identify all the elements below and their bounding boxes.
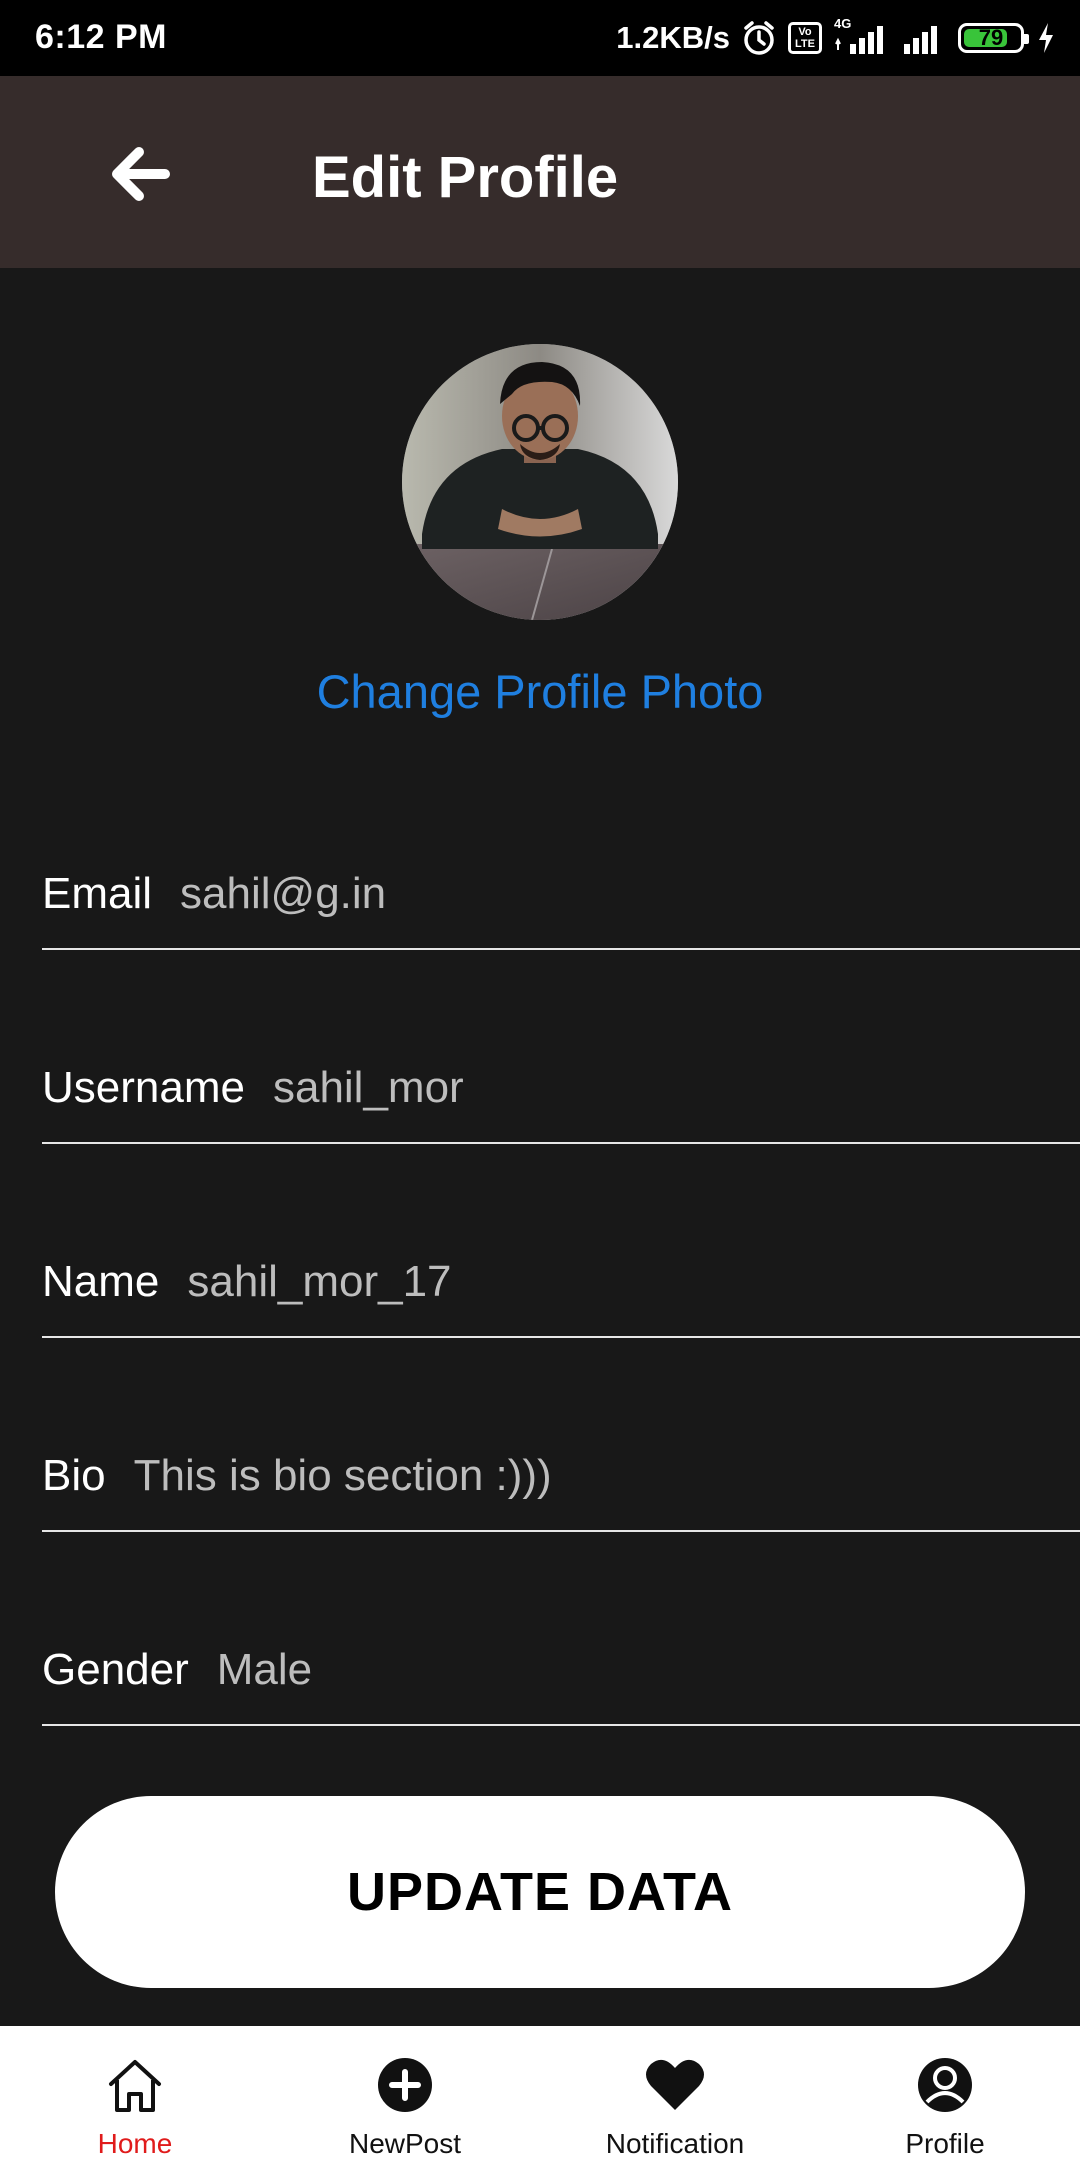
nav-item-notification[interactable]: Notification bbox=[540, 2026, 810, 2160]
arrow-left-icon bbox=[112, 147, 170, 201]
alarm-icon bbox=[742, 20, 776, 56]
profile-avatar[interactable] bbox=[402, 344, 678, 620]
status-bar: 6:12 PM 1.2KB/s Vo LTE 4G 79 bbox=[0, 0, 1080, 76]
battery-level: 79 bbox=[978, 25, 1004, 50]
volte-bottom: LTE bbox=[795, 38, 815, 50]
name-input[interactable] bbox=[187, 1257, 1080, 1307]
nav-item-home[interactable]: Home bbox=[0, 2026, 270, 2160]
nav-label-home: Home bbox=[97, 2128, 173, 2159]
heart-icon bbox=[645, 2054, 705, 2116]
username-label: Username bbox=[42, 1063, 245, 1112]
network-speed: 1.2KB/s bbox=[616, 20, 730, 55]
nav-label-newpost: NewPost bbox=[348, 2128, 462, 2159]
bio-input[interactable] bbox=[133, 1451, 1080, 1501]
home-icon bbox=[105, 2054, 165, 2116]
status-indicators: 1.2KB/s Vo LTE 4G 79 bbox=[616, 14, 1056, 62]
nav-label-notification: Notification bbox=[605, 2128, 745, 2159]
signal-icon bbox=[902, 20, 946, 56]
signal-4g-icon: 4G bbox=[834, 16, 890, 56]
update-data-button[interactable]: UPDATE DATA bbox=[55, 1796, 1025, 1988]
gender-input[interactable] bbox=[216, 1645, 1080, 1695]
network-type: 4G bbox=[834, 16, 852, 31]
email-input[interactable] bbox=[180, 869, 1080, 919]
nav-label-profile: Profile bbox=[905, 2128, 985, 2159]
username-input[interactable] bbox=[272, 1063, 1080, 1113]
profile-icon bbox=[916, 2054, 974, 2116]
page-title: Edit Profile bbox=[312, 145, 619, 210]
nav-item-newpost[interactable]: NewPost bbox=[270, 2026, 540, 2160]
back-button[interactable] bbox=[100, 134, 180, 214]
charging-icon bbox=[1036, 21, 1056, 55]
nav-item-profile[interactable]: Profile bbox=[810, 2026, 1080, 2160]
battery-icon: 79 bbox=[958, 23, 1029, 53]
username-field[interactable]: Username bbox=[42, 1034, 1080, 1144]
gender-field[interactable]: Gender bbox=[42, 1616, 1080, 1726]
add-circle-icon bbox=[376, 2054, 434, 2116]
name-label: Name bbox=[42, 1257, 160, 1306]
bio-field[interactable]: Bio bbox=[42, 1422, 1080, 1532]
change-profile-photo-link[interactable]: Change Profile Photo bbox=[0, 664, 1080, 719]
app-bar: Edit Profile bbox=[0, 76, 1080, 268]
status-time: 6:12 PM bbox=[35, 18, 167, 56]
email-field[interactable]: Email bbox=[42, 840, 1080, 950]
volte-top: Vo bbox=[798, 26, 812, 38]
name-field[interactable]: Name bbox=[42, 1228, 1080, 1338]
email-label: Email bbox=[42, 869, 153, 918]
bottom-nav: Home NewPost Notification Profile bbox=[0, 2026, 1080, 2160]
gender-label: Gender bbox=[42, 1645, 189, 1694]
volte-icon: Vo LTE bbox=[788, 22, 822, 54]
bio-label: Bio bbox=[42, 1451, 106, 1500]
